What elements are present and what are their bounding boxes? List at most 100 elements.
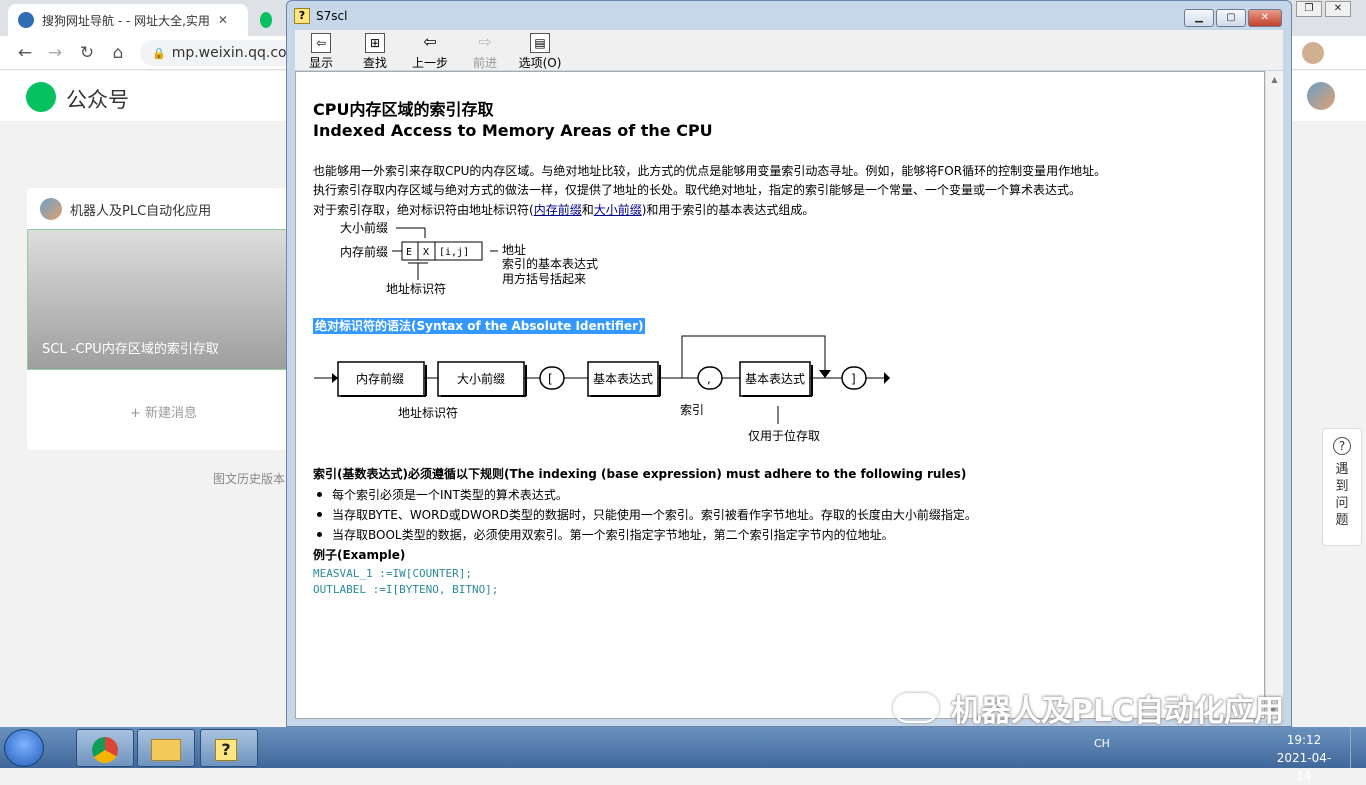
rule-item: 当存取BYTE、WORD或DWORD类型的数据时，只能使用一个索引。索引被看作字… <box>313 506 977 523</box>
show-desktop-button[interactable] <box>1350 727 1366 768</box>
feedback-button[interactable]: ? 遇 到 问 题 <box>1322 428 1362 546</box>
diag2-bit-only: 仅用于位存取 <box>748 428 820 443</box>
reload-icon[interactable]: ↻ <box>76 42 98 64</box>
feedback-char: 题 <box>1335 513 1349 528</box>
diag2-addr-id: 地址标识符 <box>398 405 458 420</box>
diag1-box-e: E <box>406 247 412 258</box>
back-button[interactable]: ⇦ 上一步 <box>407 33 453 71</box>
wechat-tab-icon <box>260 12 272 28</box>
clock-time: 19:12 <box>1286 733 1322 747</box>
paragraph-2: 执行索引存取内存区域与绝对方式的做法一样，仅提供了地址的长处。取代绝对地址，指定… <box>313 183 1082 197</box>
find-icon: ⊞ <box>365 33 385 53</box>
diag2-base-expr1: 基本表达式 <box>593 372 653 386</box>
rule-item: 每个索引必须是一个INT类型的算术表达式。 <box>313 486 568 503</box>
explorer-taskbar-button[interactable] <box>137 729 195 767</box>
start-button[interactable] <box>4 729 44 767</box>
bullet-icon <box>317 532 322 537</box>
paragraph-1: 也能够用一外索引来存取CPU的内存区域。与绝对地址比较，此方式的优点是能够用变量… <box>313 164 1107 178</box>
feedback-char: 到 <box>1335 479 1349 494</box>
address-diagram: 大小前缀 内存前缀 E X [i,j] 地址 索引的基本表达式 用方括号括起来 … <box>340 220 598 296</box>
diag1-box-x: X <box>423 247 429 258</box>
options-icon: ▤ <box>530 33 550 53</box>
code-line: OUTLABEL :=I[BYTENO, BITNO]; <box>313 583 499 596</box>
watermark: 机器人及PLC自动化应用 <box>893 686 1284 730</box>
diag2-close-bracket: ] <box>851 372 856 386</box>
folder-icon <box>151 738 181 761</box>
forward-button[interactable]: ⇨ 前进 <box>462 33 508 71</box>
diag2-index: 索引 <box>680 403 704 417</box>
close-tab-icon[interactable]: ✕ <box>218 13 228 27</box>
article-title[interactable]: SCL -CPU内存区域的索引存取 <box>42 338 219 357</box>
tab-title: 搜狗网址导航 - - 网址大全,实用 <box>42 13 210 28</box>
diag2-mem-prefix: 内存前缀 <box>356 371 404 386</box>
rules-heading: 索引(基数表达式)必须遵循以下规则(The indexing (base exp… <box>313 467 967 481</box>
paragraph-3: 对于索引存取，绝对标识符由地址标识符(内存前缀和大小前缀)和用于索引的基本表达式… <box>313 203 815 217</box>
diag1-brackets: 用方括号括起来 <box>502 271 586 286</box>
account-avatar-small <box>40 198 62 220</box>
wechat-watermark-icon <box>893 693 939 723</box>
background-window-controls: ❐ ✕ <box>1296 0 1366 18</box>
back-label: 上一步 <box>411 56 448 70</box>
show-button[interactable]: ⇦ 显示 <box>298 33 344 71</box>
show-icon: ⇦ <box>311 33 331 53</box>
back-icon: ⇦ <box>423 32 437 51</box>
window-title: ? S7scl <box>294 8 347 24</box>
options-button[interactable]: ▤ 选项(O) <box>516 33 564 71</box>
memory-prefix-link[interactable]: 内存前缀 <box>534 203 582 217</box>
forward-icon: ⇨ <box>478 32 492 51</box>
show-label: 显示 <box>308 56 333 70</box>
diag1-size-prefix: 大小前缀 <box>340 220 388 235</box>
help-app-icon: ? <box>294 8 310 24</box>
minimize-button[interactable]: ▁ <box>1184 9 1214 27</box>
forward-label: 前进 <box>472 56 497 70</box>
close-button[interactable]: ✕ <box>1248 9 1282 27</box>
history-link[interactable]: 图文历史版本 <box>213 470 285 487</box>
code-line: MEASVAL_1 :=IW[COUNTER]; <box>313 567 472 580</box>
mp-brand: 公众号 <box>66 88 129 112</box>
account-avatar[interactable] <box>1307 82 1335 110</box>
maximize-button[interactable]: ▢ <box>1216 9 1246 27</box>
clock-date: 2021-04-14 <box>1276 751 1332 783</box>
feedback-char: 问 <box>1335 496 1349 511</box>
question-icon: ? <box>1333 437 1351 455</box>
watermark-text: 机器人及PLC自动化应用 <box>951 694 1285 729</box>
new-message-button[interactable]: + 新建消息 <box>130 402 197 421</box>
scroll-up-icon[interactable]: ▲ <box>1266 75 1283 84</box>
forward-arrow-icon[interactable]: → <box>44 42 66 64</box>
language-indicator[interactable]: CH <box>1094 737 1110 750</box>
browser-tab-2[interactable] <box>250 4 290 36</box>
bullet-icon <box>317 492 322 497</box>
help-taskbar-button[interactable]: ? <box>200 729 258 767</box>
lock-icon: 🔒 <box>152 47 166 60</box>
browser-tab[interactable]: 搜狗网址导航 - - 网址大全,实用 ✕ <box>8 4 248 36</box>
address-text: mp.weixin.qq.cor <box>171 45 293 61</box>
heading-cn: CPU内存区域的索引存取 <box>313 100 494 119</box>
diag2-comma: , <box>707 372 711 386</box>
profile-avatar[interactable] <box>1302 42 1324 64</box>
diag2-size-prefix: 大小前缀 <box>457 371 505 386</box>
feedback-char: 遇 <box>1335 462 1349 477</box>
back-arrow-icon[interactable]: ← <box>14 42 36 64</box>
example-heading: 例子(Example) <box>313 548 406 562</box>
system-tray[interactable]: CH <box>1094 737 1110 750</box>
diag1-base-expr: 索引的基本表达式 <box>502 256 598 271</box>
help-taskbar-icon: ? <box>215 738 237 761</box>
options-label: 选项(O) <box>518 56 562 70</box>
rule-item: 当存取BOOL类型的数据，必须使用双索引。第一个索引指定字节地址，第二个索引指定… <box>313 526 894 543</box>
diag1-box-ij: [i,j] <box>439 247 469 258</box>
find-button[interactable]: ⊞ 查找 <box>352 33 398 71</box>
size-prefix-link[interactable]: 大小前缀 <box>594 203 642 217</box>
address-bar[interactable]: 🔒 mp.weixin.qq.cor <box>140 40 300 66</box>
chrome-icon <box>92 736 118 763</box>
diag2-base-expr2: 基本表达式 <box>745 372 805 386</box>
diag2-open-bracket: [ <box>548 372 553 386</box>
vertical-scrollbar[interactable]: ▲ ▼ <box>1265 71 1283 719</box>
window-title-text: S7scl <box>316 9 348 23</box>
heading-en: Indexed Access to Memory Areas of the CP… <box>313 121 713 140</box>
clock[interactable]: 19:12 2021-04-14 <box>1270 731 1338 785</box>
sogou-icon <box>18 12 34 28</box>
chrome-taskbar-button[interactable] <box>76 729 134 767</box>
syntax-diagram: 内存前缀 大小前缀 [ 基本表达式 , 基本表达式 ] 地址标识符 索引 仅用于… <box>314 335 890 443</box>
home-icon[interactable]: ⌂ <box>107 42 129 64</box>
find-label: 查找 <box>362 56 387 70</box>
